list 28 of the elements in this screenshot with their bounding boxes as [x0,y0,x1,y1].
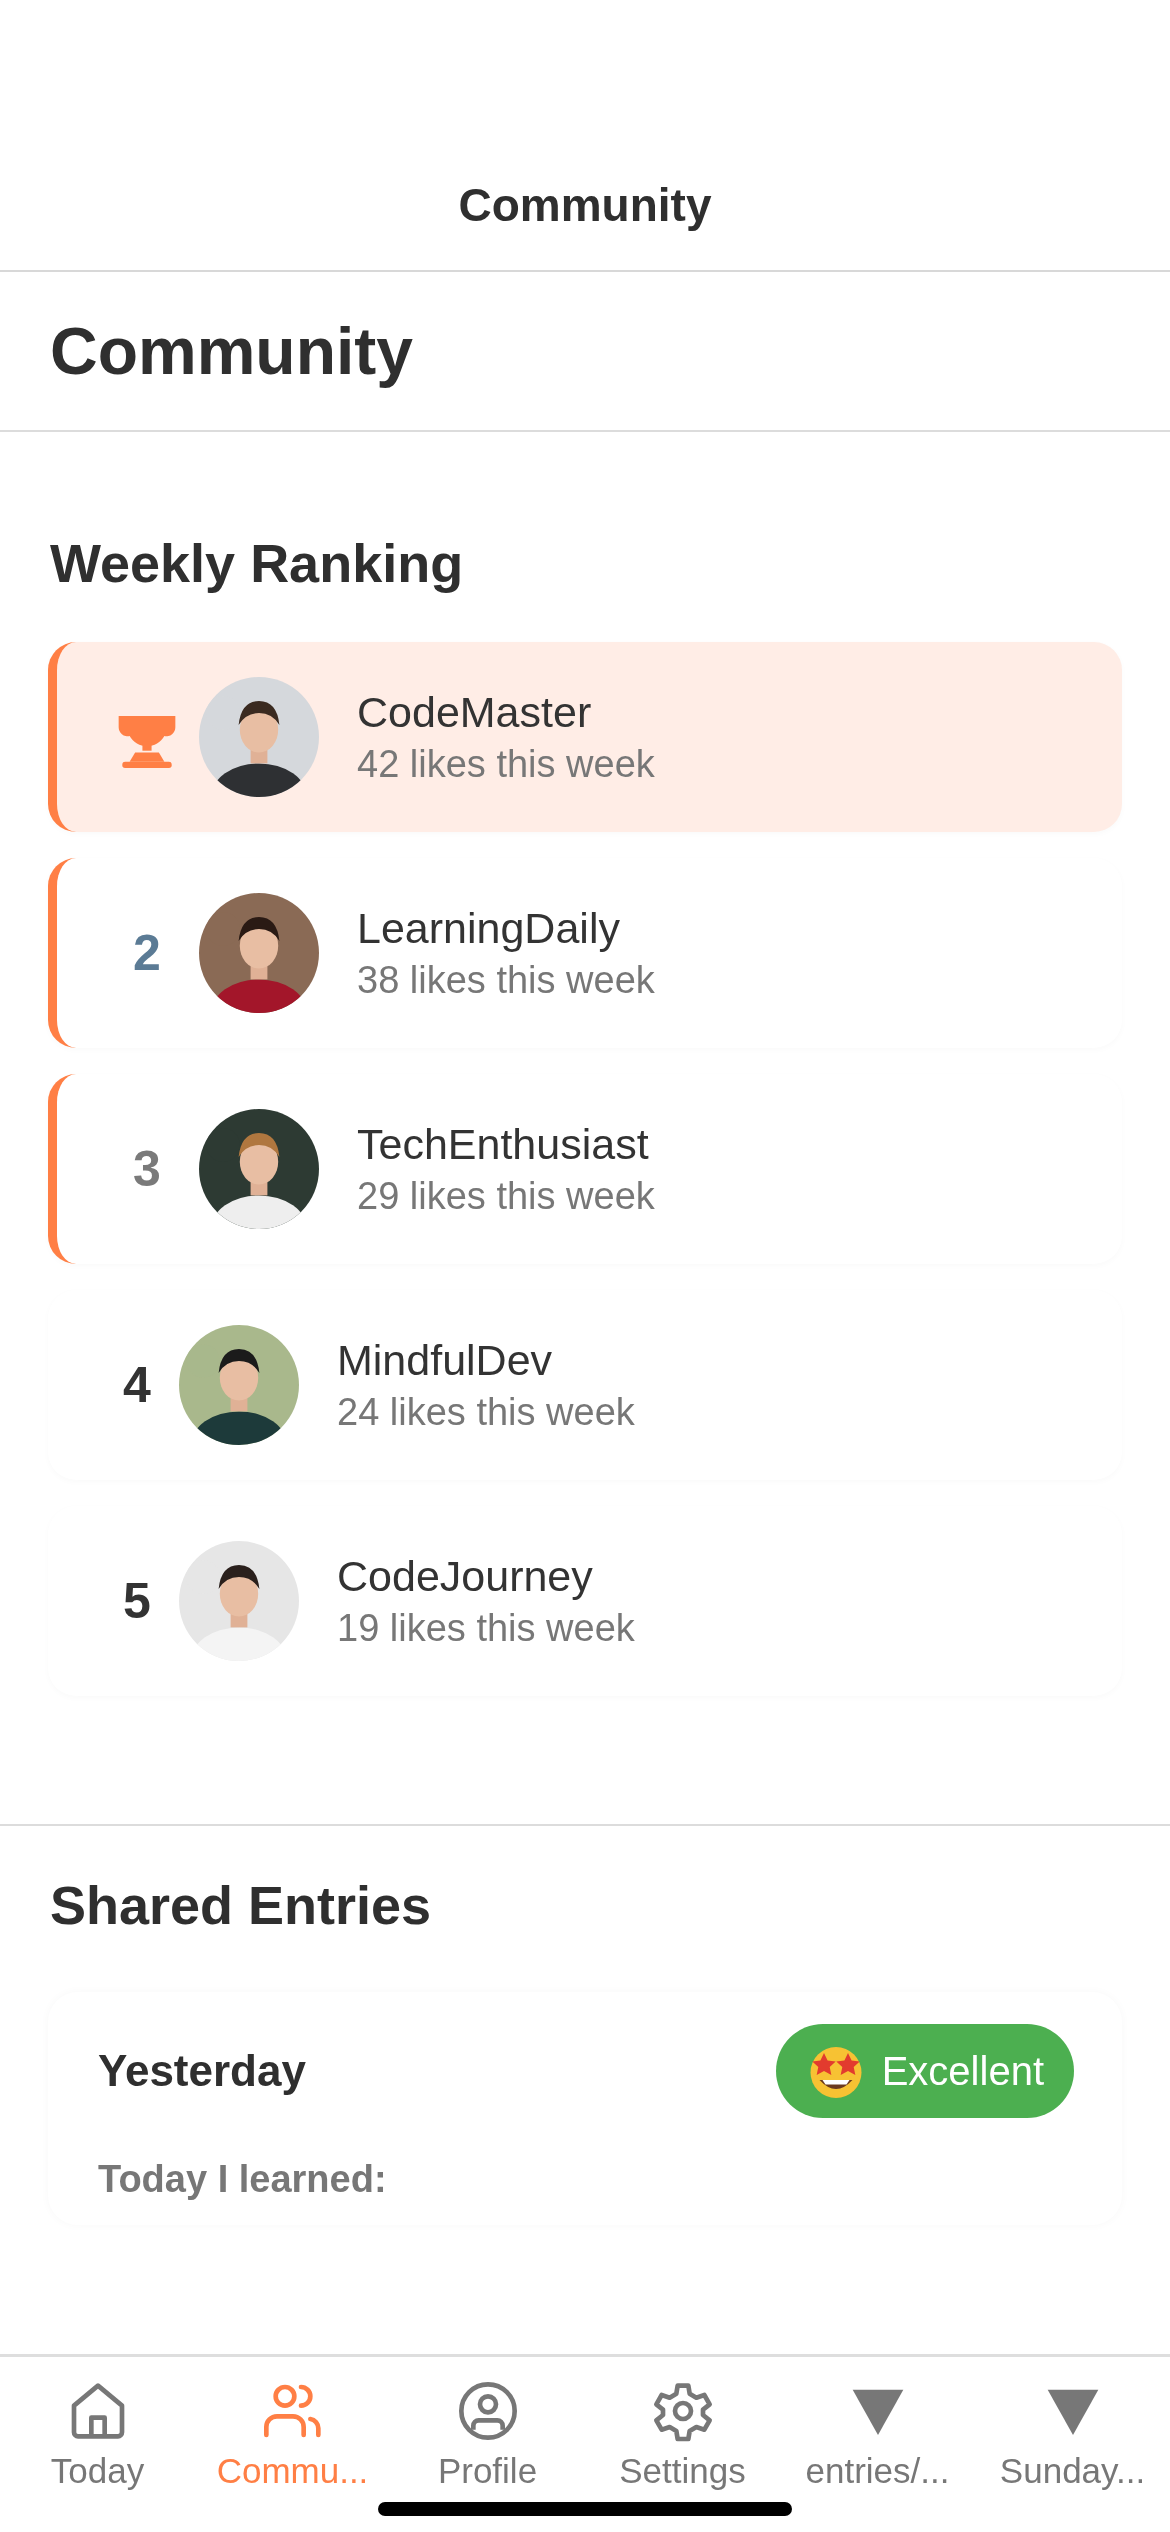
section-title: Shared Entries [50,1874,433,1936]
tab[interactable]: Sunday... [975,2379,1170,2491]
likes-count: 19 likes this week [337,1607,635,1650]
likes-count: 29 likes this week [357,1175,655,1218]
ranking-card[interactable]: CodeMaster 42 likes this week [48,642,1122,832]
entry-date: Yesterday [98,2046,306,2096]
tab[interactable]: Profile [390,2379,585,2491]
username: LearningDaily [357,904,621,953]
page-title: Community [50,313,413,389]
entry-prompt: Today I learned: [98,2158,388,2201]
rank-number: 5 [123,1572,151,1630]
tab[interactable]: Settings [585,2379,780,2491]
likes-count: 24 likes this week [337,1391,635,1434]
rank-number: 3 [133,1140,161,1198]
likes-count: 38 likes this week [357,959,655,1002]
rank-number: 2 [133,924,161,982]
entry-card[interactable]: Yesterday Excellent Today I learned: [48,1992,1122,2225]
mood-label: Excellent [881,2048,1044,2094]
tab[interactable]: Today [0,2379,195,2491]
section-title: Weekly Ranking [50,532,465,594]
username: TechEnthusiast [357,1120,650,1169]
rank-number: 4 [123,1356,151,1414]
username: MindfulDev [337,1336,554,1385]
nav-title: Community [458,178,712,232]
username: CodeJourney [337,1552,594,1601]
tab[interactable]: entries/... [780,2379,975,2491]
username: CodeMaster [357,688,593,737]
likes-count: 42 likes this week [357,743,655,786]
